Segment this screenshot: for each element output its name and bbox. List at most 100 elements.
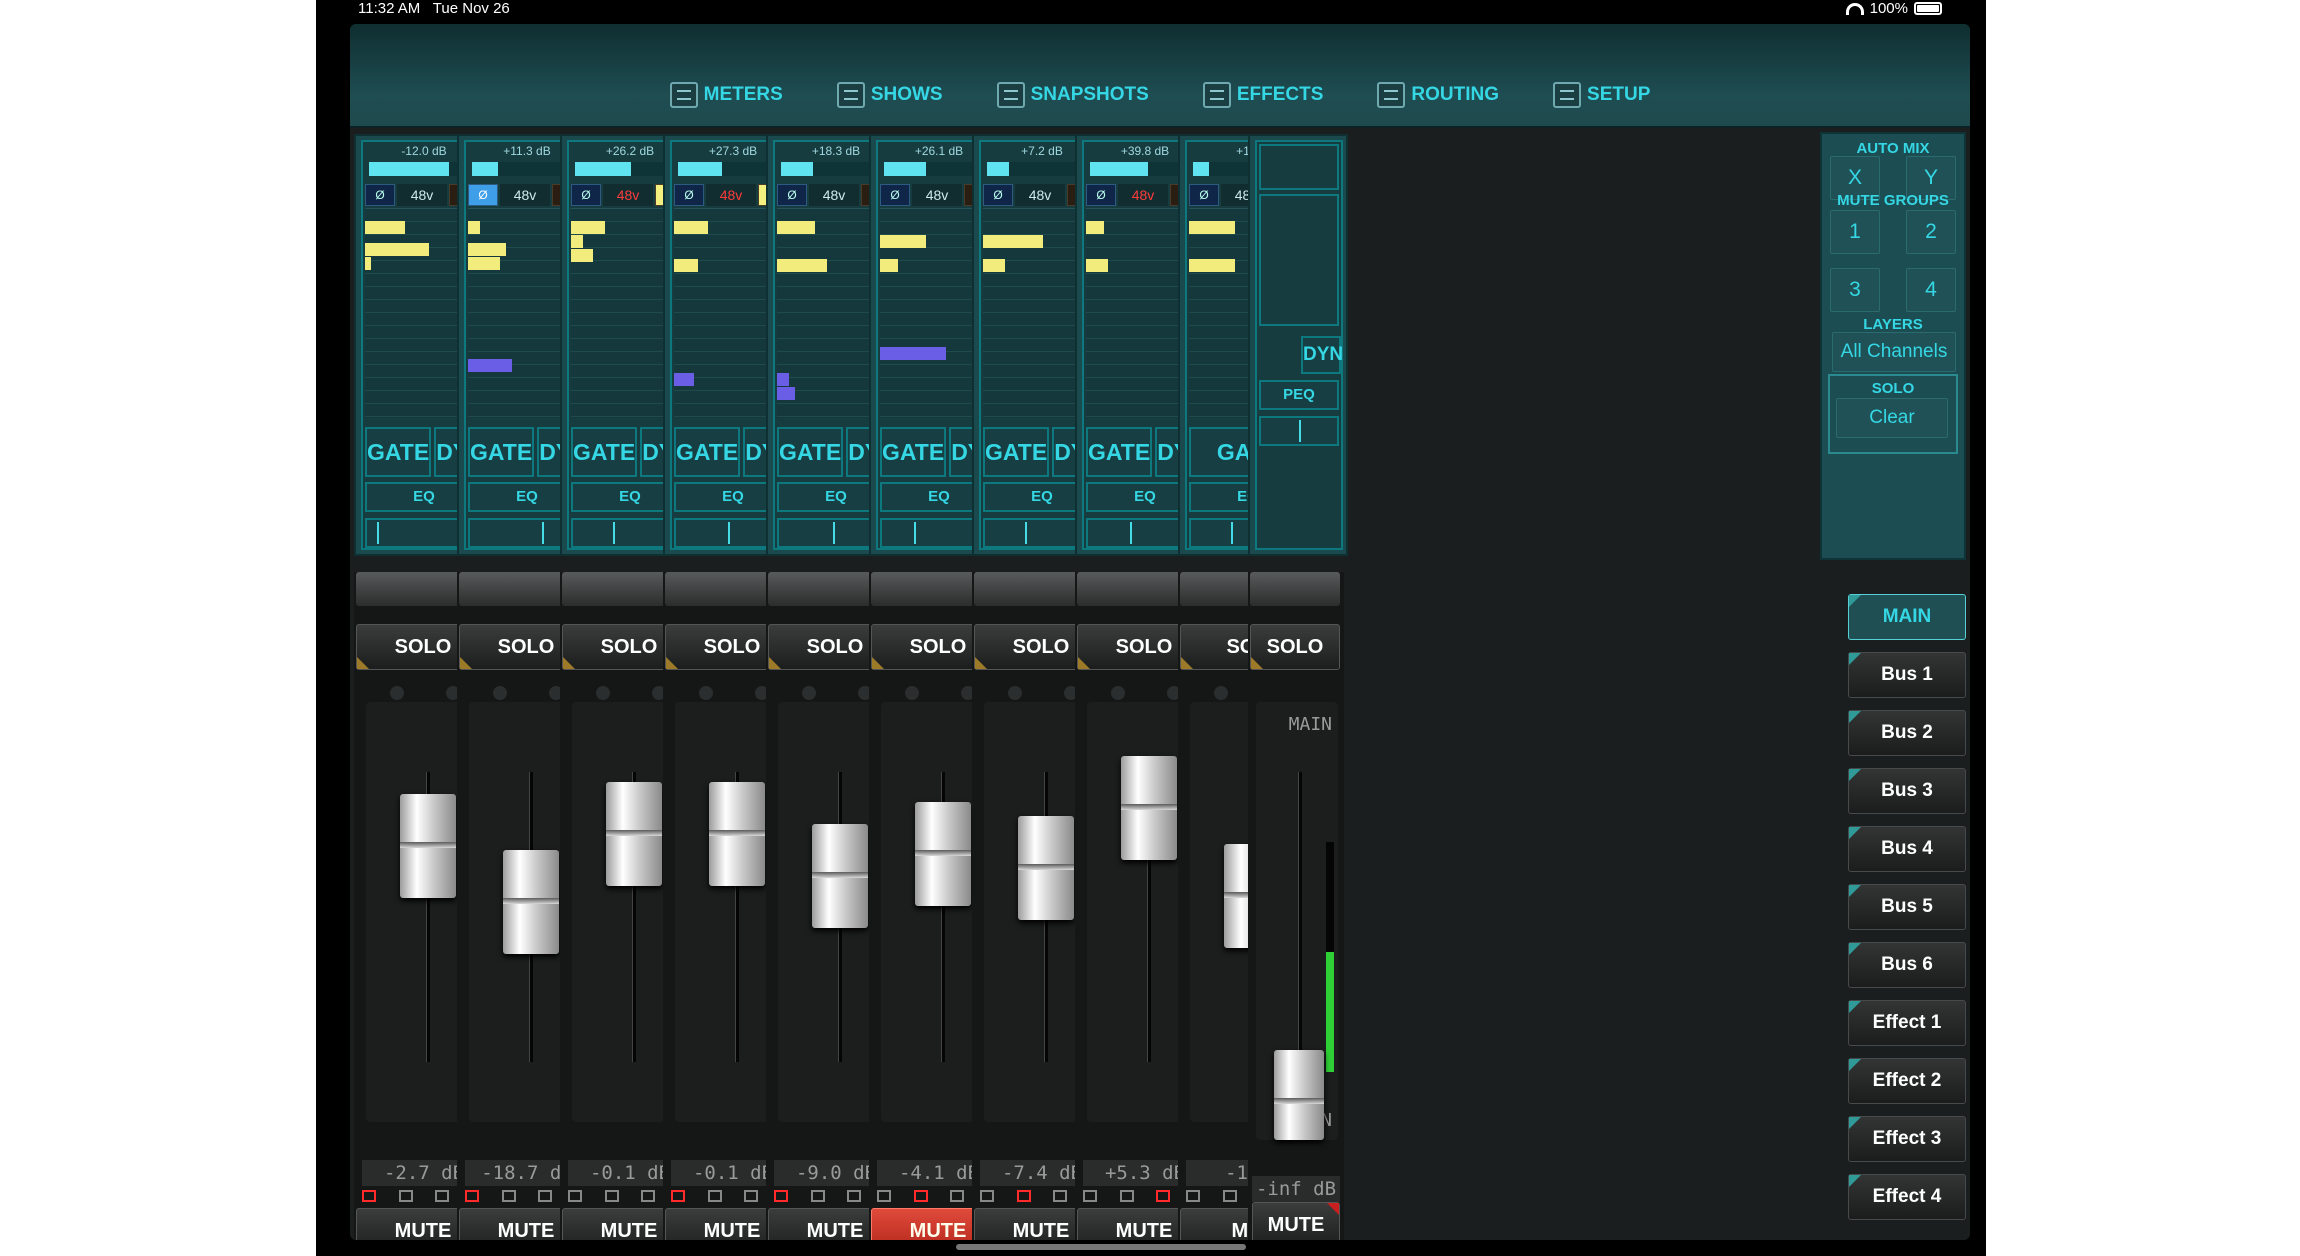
gate-button[interactable]: GATE — [571, 427, 638, 477]
graph-bar — [1189, 259, 1235, 272]
fader-cap[interactable] — [915, 802, 971, 906]
graph-bar — [365, 257, 371, 270]
bus-effect-1-button[interactable]: Effect 1 — [1848, 1000, 1966, 1046]
graph-bar — [468, 257, 500, 270]
bus-bus-4-button[interactable]: Bus 4 — [1848, 826, 1966, 872]
bus-indicator — [435, 1190, 450, 1202]
graph-bar — [571, 221, 605, 234]
phase-invert-button[interactable]: Ø — [674, 184, 704, 206]
fader-cap[interactable] — [812, 824, 868, 928]
solo-button[interactable]: SOLO — [1250, 624, 1340, 670]
pan-indicator — [914, 522, 916, 544]
gate-button[interactable]: GATE — [1086, 427, 1153, 477]
bus-indicator — [398, 1190, 413, 1202]
graph-bar — [983, 259, 1005, 272]
status-date: Tue Nov 26 — [432, 0, 510, 17]
indicator-dot — [1008, 686, 1022, 700]
bus-indicator — [568, 1190, 582, 1202]
bus-indicator — [1222, 1190, 1237, 1202]
bus-bus-1-button[interactable]: Bus 1 — [1848, 652, 1966, 698]
phantom-power-button[interactable]: 48v — [1015, 184, 1065, 206]
fader-cap[interactable] — [1018, 816, 1074, 920]
bus-indicator — [1156, 1190, 1171, 1202]
indicator-dot — [699, 686, 713, 700]
fader-cap[interactable] — [1274, 1050, 1324, 1140]
gate-button[interactable]: GATE — [880, 427, 947, 477]
bus-bus-5-button[interactable]: Bus 5 — [1848, 884, 1966, 930]
phantom-power-button[interactable]: 48v — [706, 184, 756, 206]
layers-label: LAYERS — [1863, 316, 1923, 333]
gate-button[interactable]: GATE — [777, 427, 844, 477]
indicator-dots — [1008, 686, 1078, 700]
phantom-power-button[interactable]: 48v — [603, 184, 653, 206]
fader-cap[interactable] — [400, 794, 456, 898]
phase-invert-button[interactable]: Ø — [365, 184, 395, 206]
phase-invert-button[interactable]: Ø — [880, 184, 910, 206]
input-gain-fill — [781, 162, 813, 176]
bus-indicator — [1186, 1190, 1200, 1202]
phase-invert-button[interactable]: Ø — [571, 184, 601, 206]
gate-button[interactable]: GATE — [674, 427, 741, 477]
phantom-power-button[interactable]: 48v — [912, 184, 962, 206]
fader-area[interactable]: MAININ — [1256, 702, 1338, 1140]
fader-cap[interactable] — [606, 782, 662, 886]
nav-setup[interactable]: SETUP — [1553, 82, 1650, 108]
gate-button[interactable]: GATE — [365, 427, 432, 477]
fader-cap[interactable] — [709, 782, 765, 886]
fader-cap[interactable] — [503, 850, 559, 954]
bus-effect-2-button[interactable]: Effect 2 — [1848, 1058, 1966, 1104]
graph-bar — [777, 259, 827, 272]
processing-strip-main: DYN PEQ — [1248, 134, 1348, 556]
nav-shows[interactable]: SHOWS — [836, 82, 943, 108]
bus-bus-6-button[interactable]: Bus 6 — [1848, 942, 1966, 988]
phase-invert-button[interactable]: Ø — [777, 184, 807, 206]
phantom-power-button[interactable]: 48v — [397, 184, 447, 206]
graph-bar — [468, 359, 512, 372]
mute-group-2-button[interactable]: 2 — [1906, 210, 1956, 254]
nav-label: ROUTING — [1411, 84, 1500, 105]
indicator-dot — [905, 686, 919, 700]
graph-bar — [880, 235, 926, 248]
pan-control[interactable] — [1259, 416, 1339, 446]
bus-indicator — [1083, 1190, 1097, 1202]
fader-cap[interactable] — [1121, 756, 1177, 860]
gate-button[interactable]: GATE — [983, 427, 1050, 477]
clear-solo-button[interactable]: Clear — [1836, 398, 1948, 438]
mute-group-1-button[interactable]: 1 — [1830, 210, 1880, 254]
gate-button[interactable]: GATE — [468, 427, 535, 477]
nav-routing[interactable]: ROUTING — [1377, 82, 1499, 108]
indicator-dots — [905, 686, 975, 700]
nav-meters[interactable]: METERS — [669, 82, 783, 108]
peq-button[interactable]: PEQ — [1259, 380, 1339, 410]
mute-groups-label: MUTE GROUPS — [1837, 192, 1949, 209]
main-label: MAIN — [1288, 714, 1332, 735]
main-graph[interactable] — [1259, 194, 1339, 326]
indicator-dot — [802, 686, 816, 700]
bus-indicator — [641, 1190, 656, 1202]
nav-effects[interactable]: EFFECTS — [1202, 82, 1323, 108]
bus-main-button[interactable]: MAIN — [1848, 594, 1966, 640]
bus-effect-3-button[interactable]: Effect 3 — [1848, 1116, 1966, 1162]
snapshots-icon — [996, 82, 1025, 108]
graph-bar — [777, 387, 795, 400]
phantom-power-button[interactable]: 48v — [500, 184, 550, 206]
phase-invert-button[interactable]: Ø — [983, 184, 1013, 206]
phantom-power-button[interactable]: 48v — [1118, 184, 1168, 206]
bus-bus-3-button[interactable]: Bus 3 — [1848, 768, 1966, 814]
indicator-dots — [493, 686, 563, 700]
scribble-strip — [1250, 572, 1340, 606]
bus-indicator — [744, 1190, 759, 1202]
phase-invert-button[interactable]: Ø — [1086, 184, 1116, 206]
phase-invert-button[interactable]: Ø — [1189, 184, 1219, 206]
phantom-power-button[interactable]: 48v — [809, 184, 859, 206]
nav-snapshots[interactable]: SNAPSHOTS — [996, 82, 1149, 108]
mute-button[interactable]: MUTE — [1252, 1202, 1340, 1240]
mute-group-4-button[interactable]: 4 — [1906, 268, 1956, 312]
bus-bus-2-button[interactable]: Bus 2 — [1848, 710, 1966, 756]
status-time: 11:32 AM — [358, 0, 421, 17]
bus-effect-4-button[interactable]: Effect 4 — [1848, 1174, 1966, 1220]
mute-group-3-button[interactable]: 3 — [1830, 268, 1880, 312]
phase-invert-button[interactable]: Ø — [468, 184, 498, 206]
dyn-button[interactable]: DYN — [1301, 336, 1343, 374]
all-channels-button[interactable]: All Channels — [1832, 332, 1956, 372]
